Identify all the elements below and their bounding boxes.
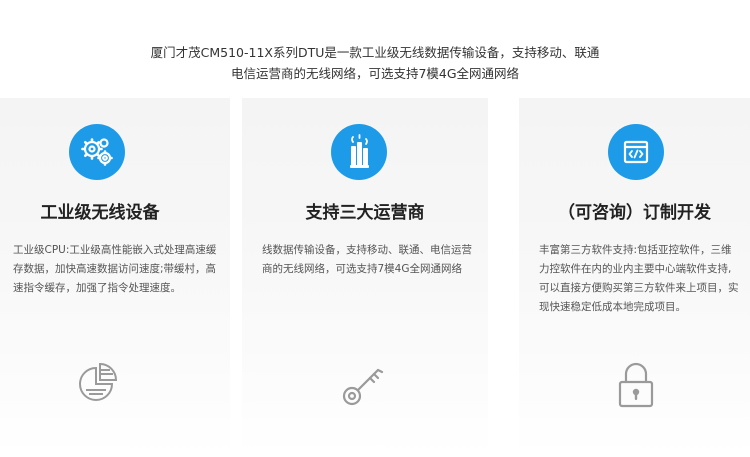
card-description: 丰富第三方软件支持:包括亚控软件，三维力控软件在内的业内主要中心端软件支持,可以… [539, 244, 739, 313]
feature-card-carriers: 支持三大运营商 线数据传输设备，支持移动、联通、电信运营商的无线网络，可选支持7… [242, 98, 488, 455]
intro-line-1: 厦门才茂CM510-11X系列DTU是一款工业级无线数据传输设备，支持移动、联通 [150, 45, 600, 60]
intro-text: 厦门才茂CM510-11X系列DTU是一款工业级无线数据传输设备，支持移动、联通… [0, 42, 750, 84]
code-window-icon [608, 124, 664, 180]
feature-card-custom-dev: （可咨询）订制开发 丰富第三方软件支持:包括亚控软件，三维力控软件在内的业内主要… [519, 98, 750, 455]
card-title: 支持三大运营商 [305, 203, 425, 223]
card-description: 工业级CPU:工业级高性能嵌入式处理高速缓存数据，加快高速数据访问速度;带缓村，… [13, 244, 217, 294]
gears-icon [69, 124, 125, 180]
intro-line-2: 电信运营商的无线网络，可选支持7模4G全网通网络 [230, 66, 520, 81]
pie-chart-icon [76, 360, 122, 410]
card-title: （可咨询）订制开发 [558, 203, 711, 223]
lock-icon [614, 360, 658, 414]
card-title: 工业级无线设备 [40, 203, 160, 223]
card-description: 线数据传输设备，支持移动、联通、电信运营商的无线网络，可选支持7模4G全网通网络 [262, 244, 472, 275]
key-icon [338, 360, 388, 414]
signal-tower-icon [331, 124, 387, 180]
feature-card-industrial: 工业级无线设备 工业级CPU:工业级高性能嵌入式处理高速缓存数据，加快高速数据访… [0, 98, 230, 455]
